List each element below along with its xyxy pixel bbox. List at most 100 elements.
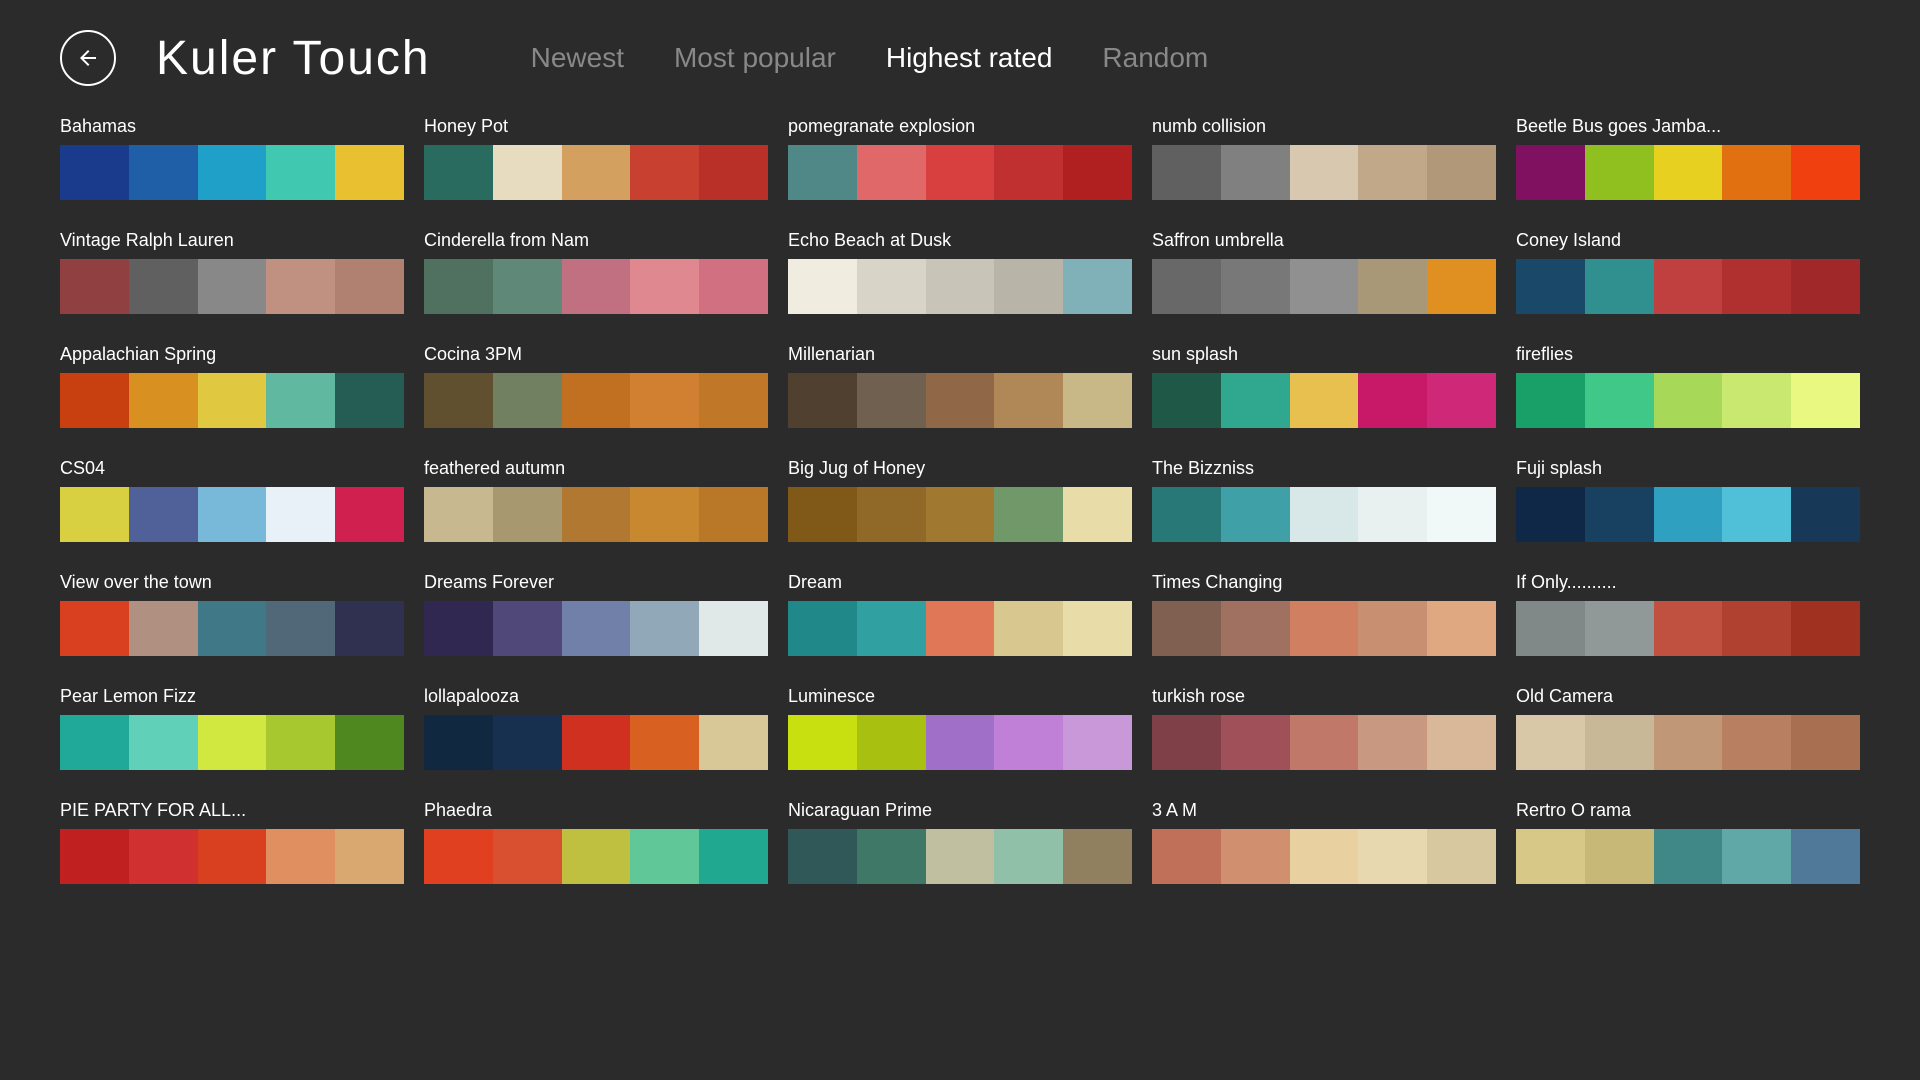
palette-card[interactable]: turkish rose: [1152, 686, 1496, 770]
color-swatch: [1221, 829, 1290, 884]
palette-card[interactable]: lollapalooza: [424, 686, 768, 770]
color-swatch: [129, 145, 198, 200]
color-swatch: [1221, 373, 1290, 428]
color-swatch: [1358, 601, 1427, 656]
palette-name: lollapalooza: [424, 686, 768, 707]
palette-swatches: [1152, 373, 1496, 428]
color-swatch: [1221, 487, 1290, 542]
color-swatch: [1063, 373, 1132, 428]
color-swatch: [1221, 715, 1290, 770]
palette-card[interactable]: Dream: [788, 572, 1132, 656]
palette-card[interactable]: If Only..........: [1516, 572, 1860, 656]
color-swatch: [493, 601, 562, 656]
color-swatch: [1290, 259, 1359, 314]
color-swatch: [129, 259, 198, 314]
palette-card[interactable]: Nicaraguan Prime: [788, 800, 1132, 884]
tab-random[interactable]: Random: [1102, 42, 1208, 74]
palette-card[interactable]: fireflies: [1516, 344, 1860, 428]
palette-name: Fuji splash: [1516, 458, 1860, 479]
color-swatch: [1152, 601, 1221, 656]
color-swatch: [335, 487, 404, 542]
back-button[interactable]: [60, 30, 116, 86]
color-swatch: [788, 487, 857, 542]
color-swatch: [788, 601, 857, 656]
color-swatch: [1152, 145, 1221, 200]
palette-card[interactable]: feathered autumn: [424, 458, 768, 542]
palette-swatches: [1516, 259, 1860, 314]
color-swatch: [1063, 601, 1132, 656]
palette-card[interactable]: pomegranate explosion: [788, 116, 1132, 200]
color-swatch: [1516, 373, 1585, 428]
color-swatch: [1654, 487, 1723, 542]
palette-name: turkish rose: [1152, 686, 1496, 707]
palette-card[interactable]: Fuji splash: [1516, 458, 1860, 542]
palette-card[interactable]: Cinderella from Nam: [424, 230, 768, 314]
color-swatch: [857, 259, 926, 314]
palette-card[interactable]: Saffron umbrella: [1152, 230, 1496, 314]
palette-card[interactable]: CS04: [60, 458, 404, 542]
palette-swatches: [424, 487, 768, 542]
color-swatch: [60, 829, 129, 884]
tab-newest[interactable]: Newest: [531, 42, 624, 74]
color-swatch: [1722, 373, 1791, 428]
palette-card[interactable]: Big Jug of Honey: [788, 458, 1132, 542]
color-swatch: [60, 715, 129, 770]
palette-swatches: [1152, 259, 1496, 314]
palette-card[interactable]: Dreams Forever: [424, 572, 768, 656]
palette-card[interactable]: PIE PARTY FOR ALL...: [60, 800, 404, 884]
color-swatch: [788, 829, 857, 884]
palette-swatches: [788, 601, 1132, 656]
palette-name: Nicaraguan Prime: [788, 800, 1132, 821]
color-swatch: [60, 487, 129, 542]
palette-swatches: [788, 829, 1132, 884]
color-swatch: [630, 601, 699, 656]
color-swatch: [699, 259, 768, 314]
palette-name: feathered autumn: [424, 458, 768, 479]
palette-card[interactable]: numb collision: [1152, 116, 1496, 200]
palette-card[interactable]: Echo Beach at Dusk: [788, 230, 1132, 314]
color-swatch: [1585, 715, 1654, 770]
palette-card[interactable]: Beetle Bus goes Jamba...: [1516, 116, 1860, 200]
palette-card[interactable]: Coney Island: [1516, 230, 1860, 314]
color-swatch: [1221, 601, 1290, 656]
color-swatch: [994, 145, 1063, 200]
color-swatch: [1722, 601, 1791, 656]
palette-card[interactable]: Vintage Ralph Lauren: [60, 230, 404, 314]
palette-card[interactable]: Honey Pot: [424, 116, 768, 200]
color-swatch: [1654, 373, 1723, 428]
palette-card[interactable]: Bahamas: [60, 116, 404, 200]
palette-card[interactable]: sun splash: [1152, 344, 1496, 428]
color-swatch: [926, 715, 995, 770]
color-swatch: [630, 487, 699, 542]
palette-card[interactable]: Phaedra: [424, 800, 768, 884]
color-swatch: [1585, 829, 1654, 884]
tab-highest-rated[interactable]: Highest rated: [886, 42, 1053, 74]
color-swatch: [424, 829, 493, 884]
color-swatch: [994, 829, 1063, 884]
palette-card[interactable]: Pear Lemon Fizz: [60, 686, 404, 770]
palette-card[interactable]: Luminesce: [788, 686, 1132, 770]
palette-name: Saffron umbrella: [1152, 230, 1496, 251]
palette-card[interactable]: Rertro O rama: [1516, 800, 1860, 884]
color-swatch: [630, 259, 699, 314]
palette-name: The Bizzniss: [1152, 458, 1496, 479]
color-swatch: [994, 373, 1063, 428]
color-swatch: [1654, 145, 1723, 200]
palette-name: Bahamas: [60, 116, 404, 137]
palette-card[interactable]: Times Changing: [1152, 572, 1496, 656]
palette-card[interactable]: Cocina 3PM: [424, 344, 768, 428]
palette-card[interactable]: View over the town: [60, 572, 404, 656]
color-swatch: [129, 601, 198, 656]
color-swatch: [562, 601, 631, 656]
tab-most-popular[interactable]: Most popular: [674, 42, 836, 74]
color-swatch: [1358, 487, 1427, 542]
palette-card[interactable]: Appalachian Spring: [60, 344, 404, 428]
palette-card[interactable]: 3 A M: [1152, 800, 1496, 884]
color-swatch: [1722, 259, 1791, 314]
color-swatch: [1722, 487, 1791, 542]
palette-swatches: [1152, 715, 1496, 770]
palette-card[interactable]: Millenarian: [788, 344, 1132, 428]
palette-card[interactable]: Old Camera: [1516, 686, 1860, 770]
palette-card[interactable]: The Bizzniss: [1152, 458, 1496, 542]
color-swatch: [926, 829, 995, 884]
